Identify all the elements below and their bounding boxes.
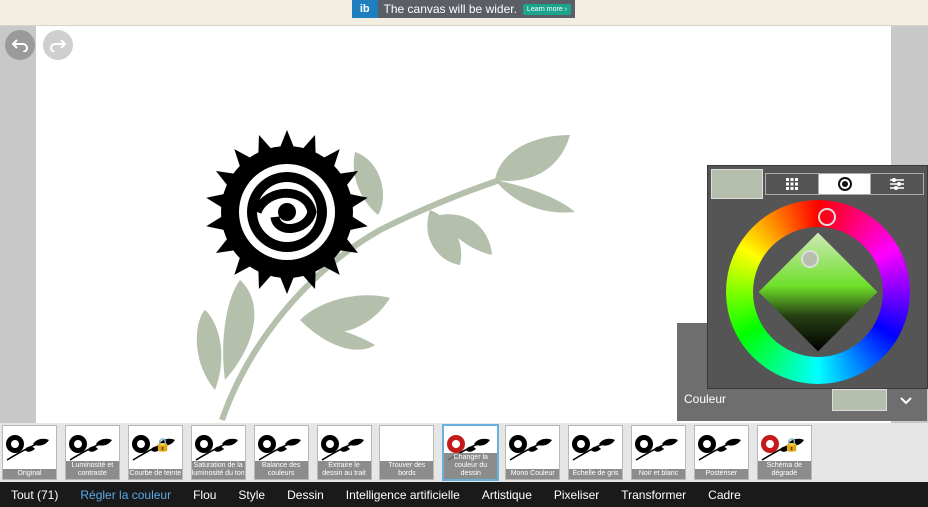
nav-item[interactable]: Intelligence artificielle (346, 488, 460, 502)
filter-thumb[interactable]: Mono Couleur (505, 425, 561, 480)
ad-banner[interactable]: ib The canvas will be wider. Learn more … (352, 0, 575, 18)
filter-label: Mono Couleur (506, 469, 560, 479)
category-nav: Tout (71) Régler la couleur Flou Style Dessi… (0, 482, 928, 507)
thumbnail-image (697, 435, 741, 461)
filter-label: Schéma de dégradé (757, 461, 811, 479)
filter-label: Trouver des bords (380, 461, 434, 479)
lock-icon: 🔒 (783, 437, 800, 452)
nav-item[interactable]: Flou (193, 488, 216, 502)
filter-thumb[interactable]: Luminosité et contraste (64, 425, 120, 480)
thumbnail-image (320, 435, 364, 461)
filter-strip: Original Luminosité et contraste 🔒 Courbe d… (0, 423, 928, 482)
picker-mode-tabs (765, 173, 924, 195)
filter-thumb[interactable]: Balance des couleurs (253, 425, 309, 480)
nav-item[interactable]: Tout (71) (11, 488, 58, 502)
tab-wheel[interactable] (818, 174, 872, 194)
color-picker (707, 165, 928, 389)
tab-palette[interactable] (766, 174, 819, 194)
nav-item[interactable]: Régler la couleur (80, 488, 171, 502)
undo-icon (12, 39, 28, 52)
color-handle[interactable] (801, 250, 819, 268)
filter-label: Original (3, 469, 56, 479)
filter-thumb[interactable]: Extraire le dessin au trait (316, 425, 372, 480)
filter-label: Postériser (694, 469, 748, 479)
nav-item[interactable]: Pixeliser (554, 488, 599, 502)
thumbnail-image (194, 435, 238, 461)
filter-label: Courbe de teinte (128, 469, 182, 479)
ad-logo-icon: ib (352, 0, 378, 18)
nav-item[interactable]: Transformer (621, 488, 686, 502)
lock-icon: 🔒 (154, 437, 171, 452)
filter-thumb[interactable]: Échelle de gris (568, 425, 624, 480)
nav-item[interactable]: Dessin (287, 488, 324, 502)
thumbnail-image (635, 435, 678, 461)
grid-icon (785, 178, 798, 190)
undo-button[interactable] (5, 30, 35, 60)
filter-thumb[interactable]: 🔒 Courbe de teinte (127, 425, 183, 480)
hue-handle[interactable] (818, 208, 836, 226)
filter-thumb[interactable]: Changer la couleur du dessin (442, 424, 500, 481)
filter-thumb[interactable]: Original (2, 425, 57, 480)
canvas-margin-left (0, 26, 36, 423)
filter-label: Saturation de la luminosité du ton (191, 461, 245, 479)
filter-label: Échelle de gris (569, 469, 623, 479)
filter-thumb[interactable]: Trouver des bords (379, 425, 435, 480)
filter-label: Extraire le dessin au trait (317, 461, 371, 479)
thumbnail-image (257, 435, 301, 461)
filter-label: Luminosité et contraste (65, 461, 119, 479)
tab-sliders[interactable] (871, 174, 923, 194)
filter-label: Noir et blanc (632, 469, 685, 479)
color-label: Couleur (684, 392, 727, 406)
filter-thumb[interactable]: Postériser (693, 425, 749, 480)
nav-item[interactable]: Artistique (482, 488, 532, 502)
filter-thumb[interactable]: 🔒 Schéma de dégradé (756, 425, 812, 480)
ad-bar: ib The canvas will be wider. Learn more … (0, 0, 928, 26)
filter-label: Changer la couleur du dessin (444, 453, 498, 479)
thumbnail-image (509, 435, 553, 461)
ad-text: The canvas will be wider. (383, 2, 517, 16)
redo-button[interactable] (43, 30, 73, 60)
thumbnail-image (68, 435, 112, 461)
thumbnail-image (6, 435, 49, 461)
filter-label: Balance des couleurs (254, 461, 308, 479)
filter-thumb[interactable]: Saturation de la luminosité du ton (190, 425, 246, 480)
color-swatch[interactable] (832, 389, 887, 411)
chevron-down-icon[interactable] (899, 393, 913, 409)
wheel-icon (837, 177, 852, 191)
redo-icon (50, 39, 66, 52)
filter-thumb[interactable]: Noir et blanc (631, 425, 686, 480)
current-color-swatch (711, 169, 763, 199)
thumbnail-image (572, 435, 616, 461)
sliders-icon (890, 178, 905, 190)
learn-more-button[interactable]: Learn more › (522, 3, 571, 15)
nav-item[interactable]: Style (238, 488, 265, 502)
nav-item[interactable]: Cadre (708, 488, 741, 502)
